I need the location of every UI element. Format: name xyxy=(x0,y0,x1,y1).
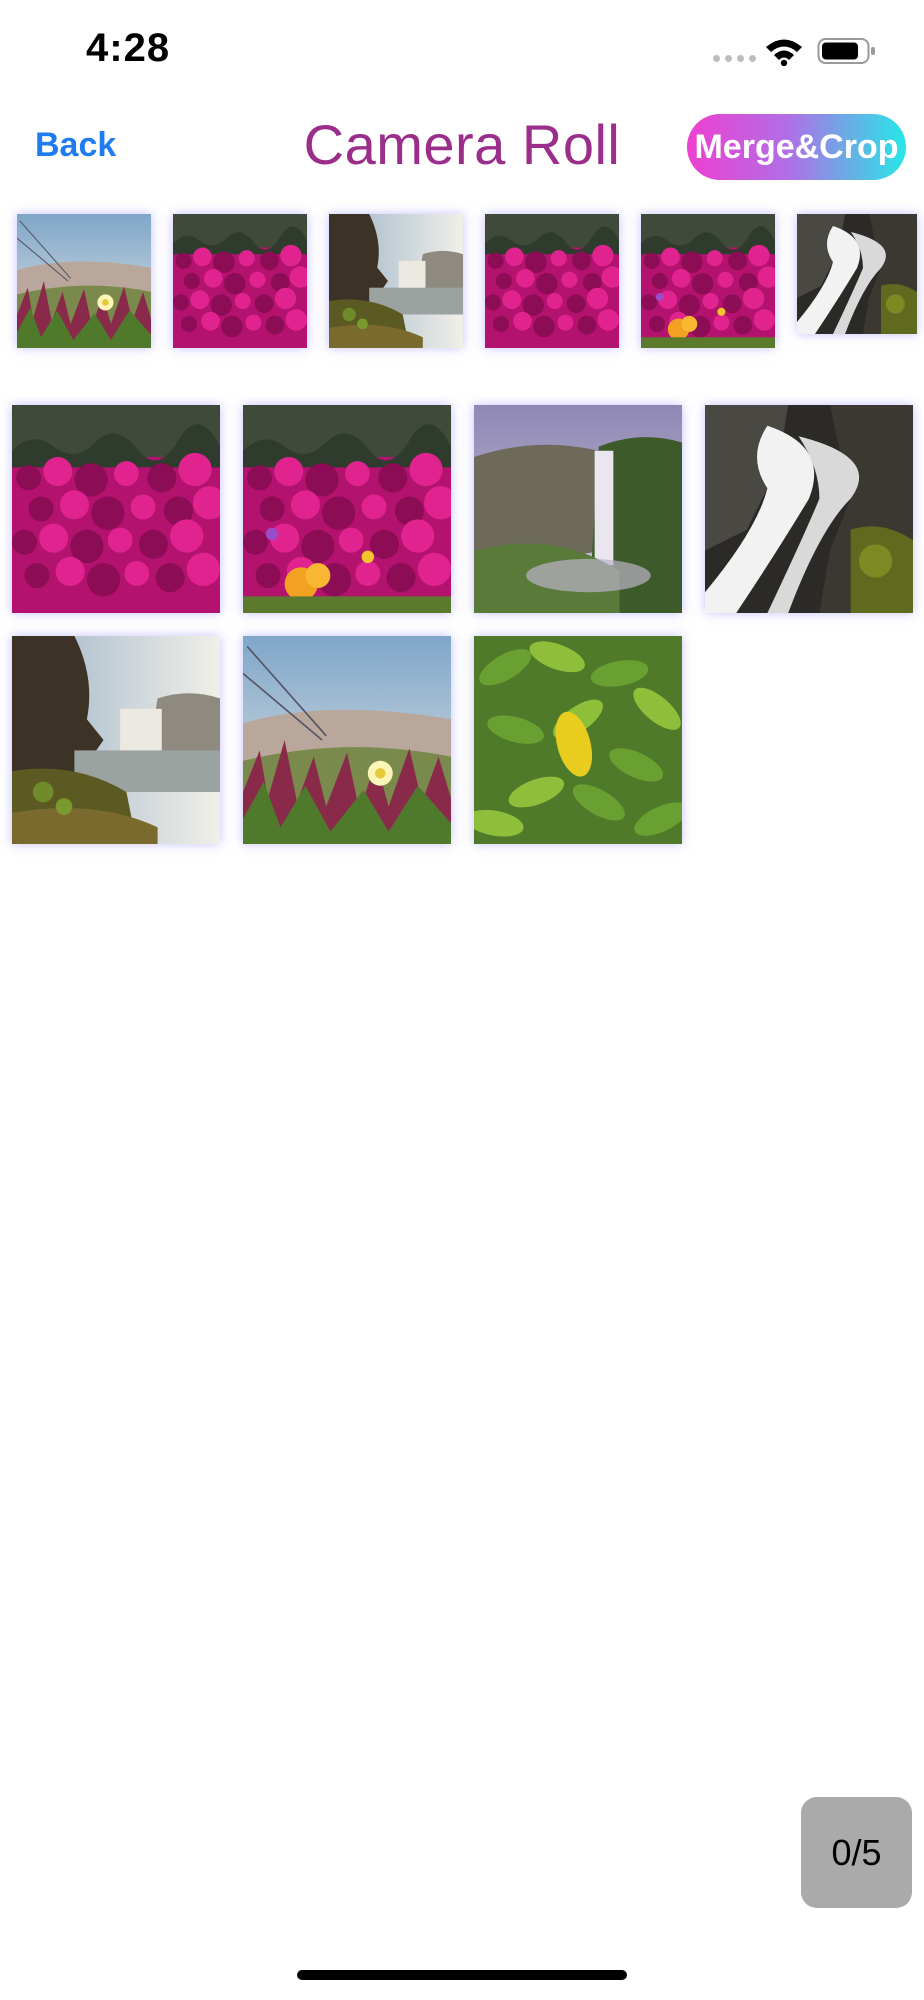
photo-thumbnail[interactable] xyxy=(243,636,451,844)
strip-thumbnail[interactable] xyxy=(173,214,307,348)
strip-thumbnail[interactable] xyxy=(641,214,775,348)
photo-thumbnail[interactable] xyxy=(474,405,682,613)
photo-thumbnail[interactable] xyxy=(705,405,913,613)
strip-thumbnail[interactable] xyxy=(329,214,463,348)
cellular-signal-icon xyxy=(713,55,756,62)
strip-thumbnail[interactable] xyxy=(17,214,151,348)
photo-thumbnail[interactable] xyxy=(12,405,220,613)
strip-thumbnail[interactable] xyxy=(797,214,917,334)
wifi-icon xyxy=(764,36,804,71)
selection-counter: 0/5 xyxy=(801,1797,912,1908)
merge-crop-button[interactable]: Merge&Crop xyxy=(687,114,906,180)
strip-thumbnail[interactable] xyxy=(485,214,619,348)
battery-icon xyxy=(817,36,877,71)
photo-thumbnail[interactable] xyxy=(243,405,451,613)
photo-thumbnail[interactable] xyxy=(12,636,220,844)
photo-thumbnail[interactable] xyxy=(474,636,682,844)
home-indicator xyxy=(297,1970,627,1980)
status-time: 4:28 xyxy=(86,26,171,70)
